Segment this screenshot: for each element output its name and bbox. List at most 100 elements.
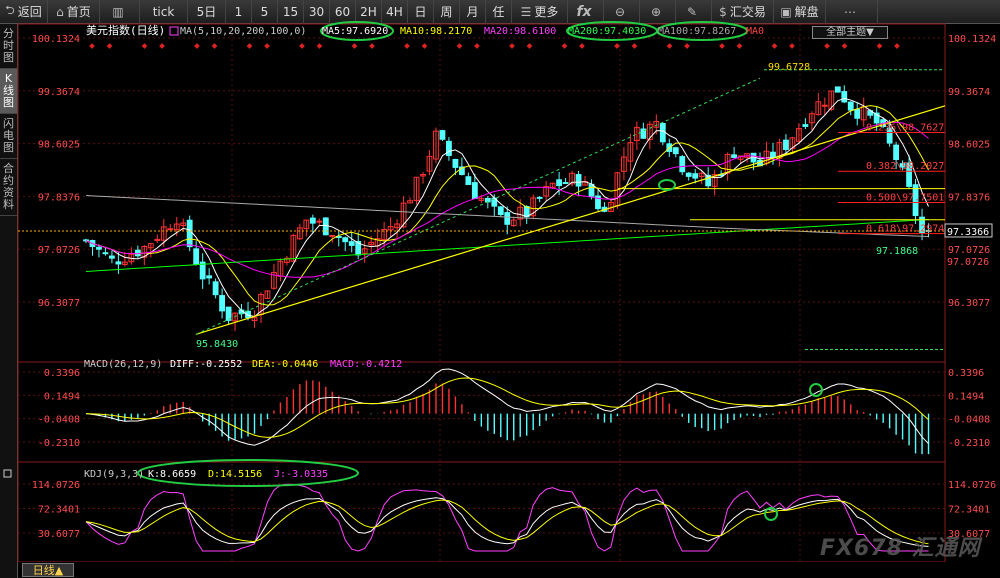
- left-tab-1[interactable]: K线图: [0, 69, 17, 114]
- toolbar-button-4[interactable]: 5日: [188, 0, 226, 24]
- event-marker-icon: [736, 43, 743, 49]
- toolbar-button-0[interactable]: ⮌ 返回: [0, 0, 48, 24]
- macd-value: MACD:-0.4212: [330, 359, 402, 370]
- candle-body: [128, 253, 135, 263]
- subject-filter-button[interactable]: 全部主题▼: [812, 26, 888, 39]
- candle-body: [640, 128, 647, 139]
- candle-body: [750, 152, 757, 163]
- candle-body: [439, 130, 446, 140]
- zoom-in-button[interactable]: ⊕: [640, 0, 676, 24]
- candle-body: [335, 235, 342, 238]
- candle-body: [277, 260, 284, 277]
- toolbar-button-7[interactable]: 15: [278, 0, 304, 24]
- candle-body: [206, 275, 213, 279]
- price-axis-tick-left: 98.6025: [38, 140, 80, 151]
- period-selector-button[interactable]: 日线▲: [22, 563, 74, 577]
- candle-body: [906, 162, 912, 187]
- toolbar-label: 2H: [360, 4, 377, 19]
- candle-body: [919, 216, 925, 233]
- toolbar-button-6[interactable]: 5: [252, 0, 278, 24]
- zoom-out-button[interactable]: ⊖: [604, 0, 640, 24]
- toolbar-label: 返回: [17, 5, 42, 19]
- candle-body: [478, 197, 485, 201]
- toolbar-button-22[interactable]: ▣ 解盘: [774, 0, 826, 24]
- candle-body: [880, 119, 887, 127]
- candle-body: [322, 217, 329, 236]
- toolbar-button-13[interactable]: 周: [434, 0, 460, 24]
- ma20-line: [85, 121, 929, 278]
- kdj-axis-tick-left: 114.0726: [32, 480, 80, 491]
- candle-body: [530, 197, 537, 217]
- kdj-j-value: J:-3.0335: [274, 469, 328, 480]
- candle-body: [497, 206, 504, 215]
- toolbar-button-11[interactable]: 4H: [382, 0, 408, 24]
- event-marker-icon: [719, 43, 725, 49]
- candle-body: [841, 91, 848, 103]
- toolbar-button-12[interactable]: 日: [408, 0, 434, 24]
- ma0-value: MA0: [746, 26, 764, 37]
- candle-body: [718, 174, 725, 177]
- toolbar-button-3[interactable]: tick: [140, 0, 188, 24]
- candlesticks: [83, 85, 932, 332]
- ma20-value: MA20:98.6100: [484, 26, 556, 37]
- candle-body: [426, 155, 433, 172]
- candle-body: [465, 176, 472, 186]
- candle-body: [517, 206, 524, 220]
- candle-body: [763, 150, 770, 164]
- toolbar-button-15[interactable]: 任: [486, 0, 512, 24]
- candle-body: [698, 172, 705, 178]
- event-marker-icon: [264, 43, 270, 49]
- candle-body: [296, 227, 303, 240]
- event-marker-icon: [684, 43, 690, 49]
- chart-bars-button[interactable]: ▥: [100, 0, 140, 24]
- candle-body: [225, 306, 232, 321]
- ma5-value: MA5:97.6920: [322, 26, 388, 37]
- toolbar-button-9[interactable]: 60: [330, 0, 356, 24]
- candle-body: [329, 234, 336, 237]
- toolbar-button-1[interactable]: ⌂ 首页: [48, 0, 100, 24]
- toolbar-label: 日: [414, 5, 427, 19]
- kdj-pane-frame: [17, 461, 946, 563]
- toolbar-label: 首页: [66, 5, 91, 19]
- left-tab-2[interactable]: 闪电图: [0, 114, 17, 159]
- more-button[interactable]: ⋯: [826, 0, 878, 24]
- toolbar-button-8[interactable]: 30: [304, 0, 330, 24]
- price-axis-tick-left: 97.8376: [38, 192, 80, 203]
- candle-body: [873, 112, 880, 124]
- candle-body: [173, 223, 180, 230]
- event-marker-icon: [509, 43, 515, 49]
- candle-body: [433, 130, 439, 160]
- draw-pen-button[interactable]: ✎: [676, 0, 712, 24]
- candle-body: [452, 158, 459, 168]
- price-axis-tick: 97.8376: [948, 192, 990, 203]
- toolbar-button-16[interactable]: ☰ 更多: [512, 0, 568, 24]
- candle-body: [679, 156, 686, 173]
- left-tab-3[interactable]: 合约资料: [0, 159, 17, 216]
- event-marker-icon: [421, 43, 428, 49]
- candle-body: [271, 272, 277, 289]
- event-marker-icon: [474, 43, 480, 49]
- toolbar-label: tick: [152, 4, 175, 19]
- fx-button[interactable]: fx: [568, 0, 604, 24]
- toolbar-button-21[interactable]: $ 汇交易: [712, 0, 774, 24]
- ma-settings-label: MA(5,10,20,200,100,0): [180, 26, 306, 37]
- toolbar-button-5[interactable]: 1: [226, 0, 252, 24]
- toolbar-label: 60: [334, 4, 351, 19]
- event-marker-icon: [194, 43, 200, 49]
- price-axis-tick-left: 99.3674: [38, 87, 80, 98]
- toolbar-button-10[interactable]: 2H: [356, 0, 382, 24]
- ma200-value: MA200:97.4030: [568, 26, 646, 37]
- toolbar: ⮌ 返回 ⌂ 首页 ▥ tick 5日 1 5 15 30 60 2H 4H 日周月任 ☰ 更多 fx ⊖ ⊕ ✎ $ 汇交…: [0, 0, 1000, 24]
- left-tab-0[interactable]: 分时图: [0, 24, 17, 69]
- macd-axis-tick: -0.0408: [948, 415, 990, 426]
- candle-body: [387, 226, 394, 231]
- macd-dea-line: [85, 377, 929, 438]
- toolbar-label: 月: [466, 5, 479, 19]
- candle-body: [160, 226, 167, 241]
- toolbar-button-14[interactable]: 月: [460, 0, 486, 24]
- candle-body: [212, 281, 219, 296]
- candle-body: [284, 257, 290, 263]
- dollar-icon: $: [719, 4, 727, 19]
- candle-body: [121, 261, 128, 265]
- candle-body: [484, 197, 491, 203]
